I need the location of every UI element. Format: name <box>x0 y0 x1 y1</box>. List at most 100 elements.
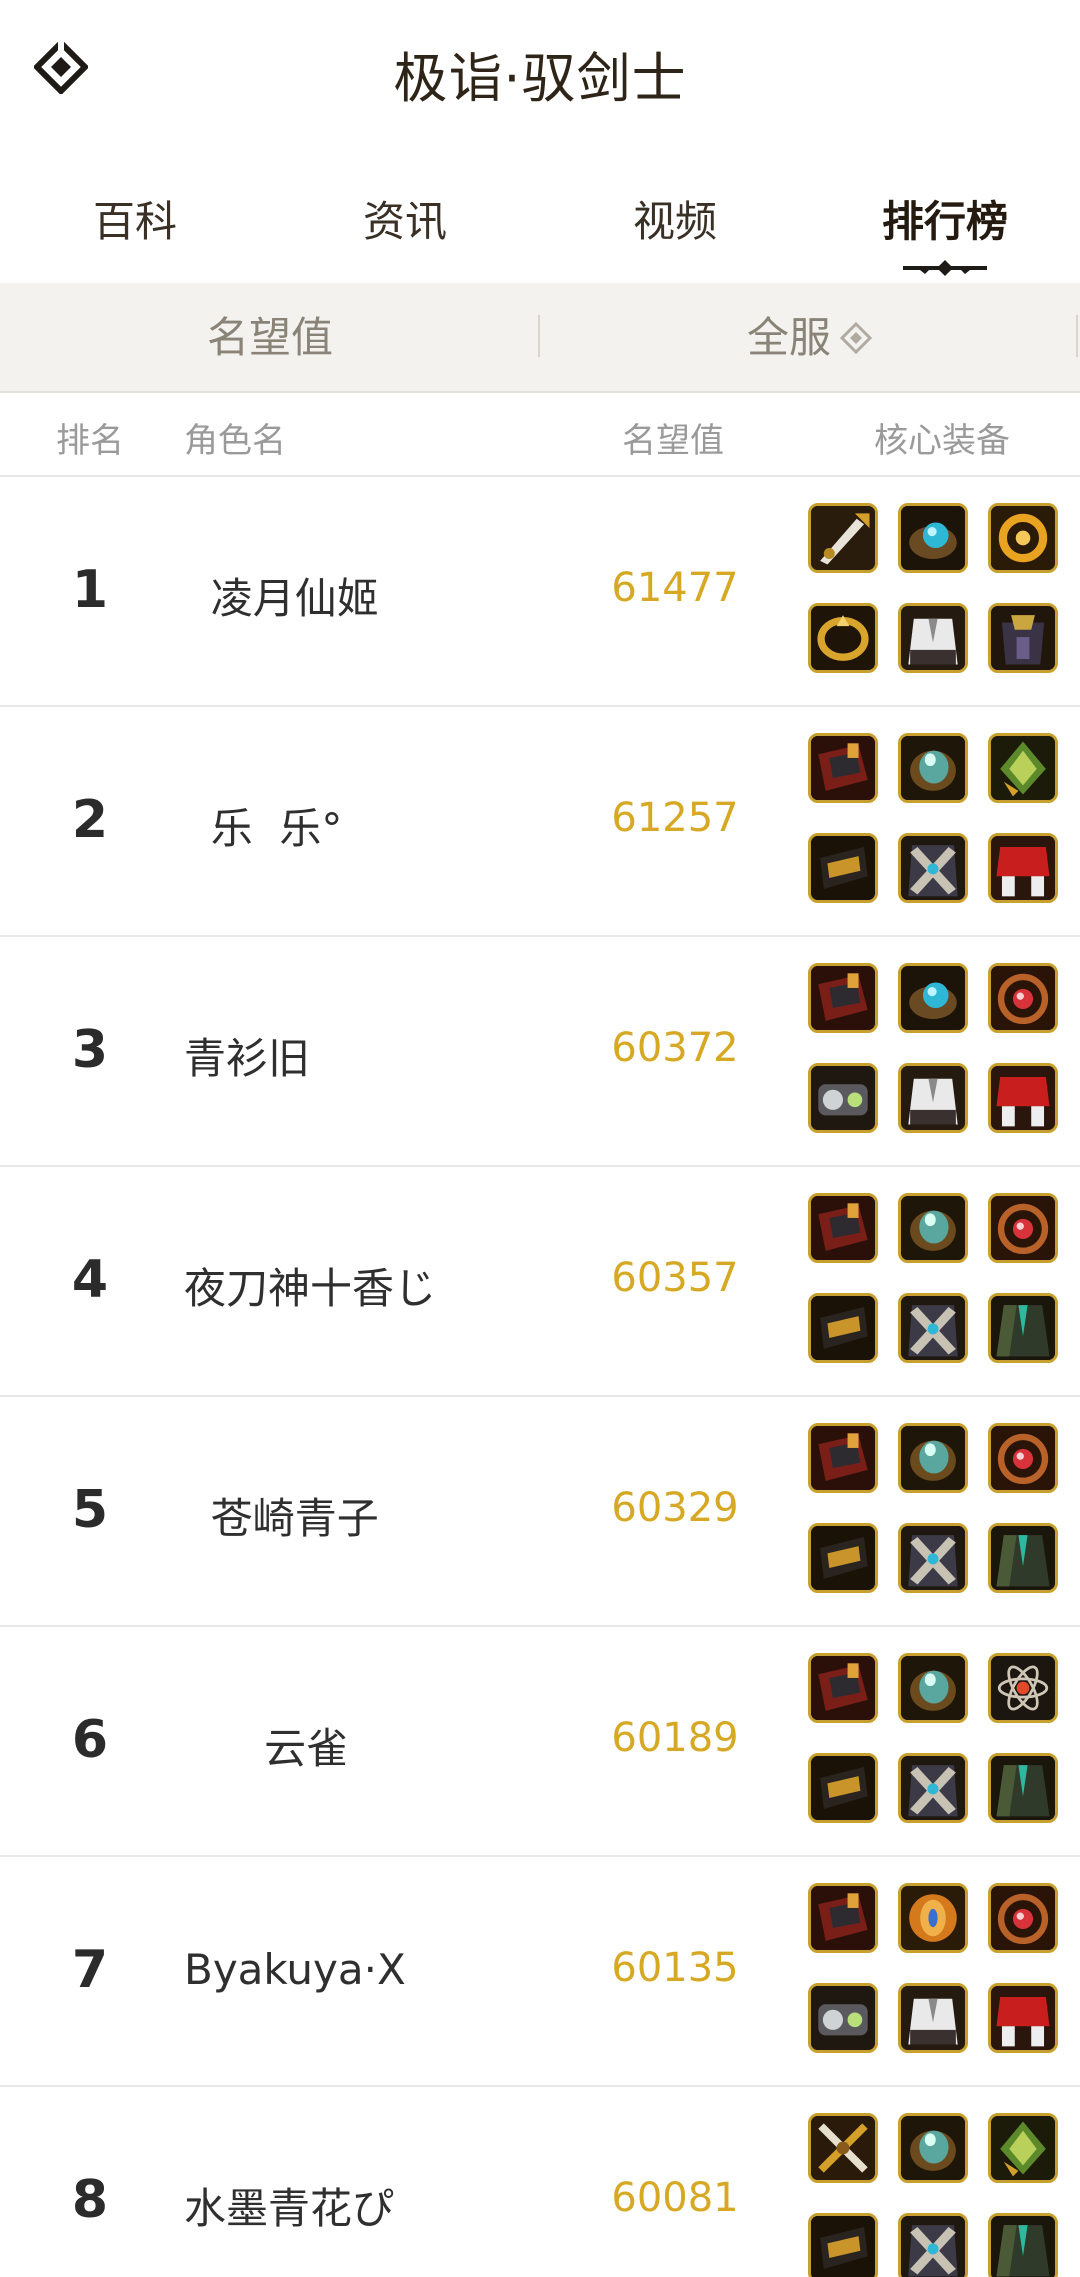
blue-orb-bracer-icon[interactable] <box>898 963 968 1033</box>
ranking-row[interactable]: 6 云雀 60189 <box>0 1627 1080 1857</box>
green-orb-bracer-icon[interactable] <box>898 2113 968 2183</box>
server-filter-label: 全服 <box>746 313 831 362</box>
col-rank: 排名 <box>56 421 124 461</box>
server-filter[interactable]: 全服 <box>540 283 1080 393</box>
ruby-ring-icon[interactable] <box>988 1423 1058 1493</box>
dark-bracer-icon[interactable] <box>808 1753 878 1823</box>
red-skirt-icon[interactable] <box>988 833 1058 903</box>
character-name: 夜刀神十香じ <box>184 1264 437 1313</box>
character-name: 苍崎青子 <box>184 1494 379 1543</box>
tab-wiki[interactable]: 百科 <box>45 188 225 249</box>
ranking-row[interactable]: 1 凌月仙姬 61477 <box>0 477 1080 707</box>
cross-belt-icon[interactable] <box>898 833 968 903</box>
ranking-row[interactable]: 7 Byakuya·X 60135 <box>0 1857 1080 2087</box>
red-skirt-icon[interactable] <box>988 1983 1058 2053</box>
character-name: 云雀 <box>184 1724 349 1773</box>
cross-belt-icon[interactable] <box>898 2213 968 2277</box>
tab-bar: 百科 资讯 视频 排行榜 <box>0 178 1080 283</box>
rank-number: 8 <box>71 2170 109 2230</box>
dark-bracer-icon[interactable] <box>808 1293 878 1363</box>
white-coat-icon[interactable] <box>898 603 968 673</box>
core-equipment-grid <box>808 2113 1068 2277</box>
tab-ranking[interactable]: 排行榜 <box>855 188 1035 249</box>
renown-score: 60081 <box>611 2175 739 2221</box>
dark-bracer-icon[interactable] <box>808 1523 878 1593</box>
character-name: Byakuya·X <box>184 1945 406 1994</box>
renown-score: 60372 <box>611 1025 739 1071</box>
green-robe-icon[interactable] <box>988 2213 1058 2277</box>
golden-ring-icon[interactable] <box>988 503 1058 573</box>
character-name: 乐 乐° <box>184 804 343 853</box>
rank-number: 5 <box>71 1480 109 1540</box>
green-orb-bracer-icon[interactable] <box>898 1653 968 1723</box>
core-equipment-grid <box>808 503 1068 679</box>
core-equipment-grid <box>808 963 1068 1139</box>
rank-number: 3 <box>71 1020 109 1080</box>
dark-armor-icon[interactable] <box>988 603 1058 673</box>
filter-bar: 名望值 全服 <box>0 283 1080 393</box>
rank-number: 1 <box>71 560 109 620</box>
sword-weapon-icon[interactable] <box>808 503 878 573</box>
green-orb-bracer-icon[interactable] <box>898 1423 968 1493</box>
white-coat-icon[interactable] <box>898 1983 968 2053</box>
blue-orb-bracer-icon[interactable] <box>898 503 968 573</box>
white-coat-icon[interactable] <box>898 1063 968 1133</box>
red-gauntlet-icon[interactable] <box>808 963 878 1033</box>
core-equipment-grid <box>808 1193 1068 1369</box>
active-tab-indicator-icon <box>903 260 987 276</box>
tab-news[interactable]: 资讯 <box>315 188 495 249</box>
dark-bracer-icon[interactable] <box>808 2213 878 2277</box>
ranking-row[interactable]: 4 夜刀神十香じ 60357 <box>0 1167 1080 1397</box>
filter-edge-divider <box>1076 315 1078 357</box>
renown-score: 60189 <box>611 1715 739 1761</box>
ruby-ring-icon[interactable] <box>988 1193 1058 1263</box>
red-gauntlet-icon[interactable] <box>808 1423 878 1493</box>
gear-device-icon[interactable] <box>808 1983 878 2053</box>
red-gauntlet-icon[interactable] <box>808 1193 878 1263</box>
dark-bracer-icon[interactable] <box>808 833 878 903</box>
rank-number: 6 <box>71 1710 109 1770</box>
renown-score: 61257 <box>611 795 739 841</box>
atom-orb-icon[interactable] <box>988 1653 1058 1723</box>
green-robe-icon[interactable] <box>988 1293 1058 1363</box>
green-orb-bracer-icon[interactable] <box>898 733 968 803</box>
cross-belt-icon[interactable] <box>898 1523 968 1593</box>
gear-device-icon[interactable] <box>808 1063 878 1133</box>
character-name: 凌月仙姬 <box>184 574 379 623</box>
cross-belt-icon[interactable] <box>898 1293 968 1363</box>
red-skirt-icon[interactable] <box>988 1063 1058 1133</box>
character-name: 青衫旧 <box>184 1034 311 1083</box>
tab-video[interactable]: 视频 <box>585 188 765 249</box>
golden-bracelet-icon[interactable] <box>808 603 878 673</box>
core-equipment-grid <box>808 733 1068 909</box>
ranking-row[interactable]: 3 青衫旧 60372 <box>0 937 1080 1167</box>
green-robe-icon[interactable] <box>988 1523 1058 1593</box>
rank-number: 2 <box>71 790 109 850</box>
ranking-row[interactable]: 5 苍崎青子 60329 <box>0 1397 1080 1627</box>
metric-filter[interactable]: 名望值 <box>0 283 540 393</box>
app-header: 极诣·驭剑士 <box>0 0 1080 140</box>
red-gauntlet-icon[interactable] <box>808 1883 878 1953</box>
diamond-dropdown-icon <box>839 321 873 354</box>
renown-score: 60357 <box>611 1255 739 1301</box>
ranking-row[interactable]: 8 水墨青花ぴ 60081 <box>0 2087 1080 2277</box>
renown-score: 60135 <box>611 1945 739 1991</box>
red-gauntlet-icon[interactable] <box>808 733 878 803</box>
green-orb-bracer-icon[interactable] <box>898 1193 968 1263</box>
col-score: 名望值 <box>622 421 724 461</box>
character-name: 水墨青花ぴ <box>184 2184 395 2233</box>
ruby-ring-icon[interactable] <box>988 963 1058 1033</box>
ranking-row[interactable]: 2 乐 乐° 61257 <box>0 707 1080 937</box>
col-name: 角色名 <box>184 421 286 461</box>
core-equipment-grid <box>808 1653 1068 1829</box>
green-robe-icon[interactable] <box>988 1753 1058 1823</box>
cross-belt-icon[interactable] <box>898 1753 968 1823</box>
red-gauntlet-icon[interactable] <box>808 1653 878 1723</box>
green-leaf-icon[interactable] <box>988 2113 1058 2183</box>
amber-gem-icon[interactable] <box>898 1883 968 1953</box>
ruby-ring-icon[interactable] <box>988 1883 1058 1953</box>
renown-score: 60329 <box>611 1485 739 1531</box>
green-leaf-icon[interactable] <box>988 733 1058 803</box>
cross-blade-icon[interactable] <box>808 2113 878 2183</box>
rank-number: 4 <box>71 1250 109 1310</box>
